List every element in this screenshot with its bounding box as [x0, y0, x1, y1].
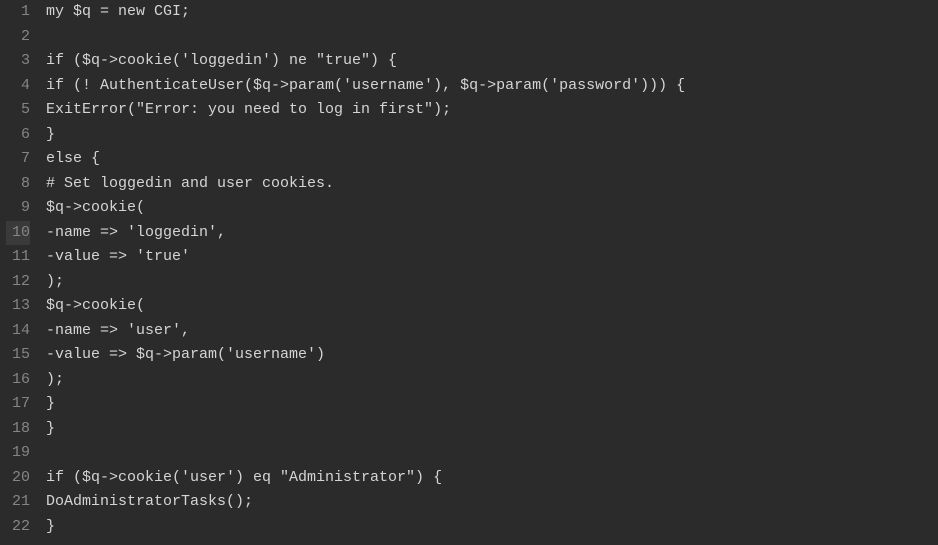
line-number: 16: [6, 368, 30, 393]
line-number: 15: [6, 343, 30, 368]
line-number: 18: [6, 417, 30, 442]
line-number: 3: [6, 49, 30, 74]
code-line: }: [46, 392, 938, 417]
line-number: 6: [6, 123, 30, 148]
line-number: 1: [6, 0, 30, 25]
line-number: 2: [6, 25, 30, 50]
code-line: if (! AuthenticateUser($q->param('userna…: [46, 74, 938, 99]
code-line: $q->cookie(: [46, 294, 938, 319]
line-number: 8: [6, 172, 30, 197]
code-line: );: [46, 270, 938, 295]
line-number-gutter: 12345678910111213141516171819202122: [0, 0, 40, 545]
line-number: 17: [6, 392, 30, 417]
code-line: [46, 25, 938, 50]
code-line: }: [46, 417, 938, 442]
line-number: 9: [6, 196, 30, 221]
line-number: 21: [6, 490, 30, 515]
line-number: 14: [6, 319, 30, 344]
line-number: 22: [6, 515, 30, 540]
code-line: # Set loggedin and user cookies.: [46, 172, 938, 197]
line-number: 19: [6, 441, 30, 466]
code-line: ExitError("Error: you need to log in fir…: [46, 98, 938, 123]
code-line: $q->cookie(: [46, 196, 938, 221]
code-line: -value => 'true': [46, 245, 938, 270]
code-line: -value => $q->param('username'): [46, 343, 938, 368]
code-line: -name => 'loggedin',: [46, 221, 938, 246]
code-line: my $q = new CGI;: [46, 0, 938, 25]
code-line: [46, 441, 938, 466]
code-area[interactable]: my $q = new CGI; if ($q->cookie('loggedin…: [40, 0, 938, 545]
code-editor: 12345678910111213141516171819202122 my $…: [0, 0, 938, 545]
line-number: 11: [6, 245, 30, 270]
code-line: DoAdministratorTasks();: [46, 490, 938, 515]
line-number: 5: [6, 98, 30, 123]
line-number: 13: [6, 294, 30, 319]
code-line: );: [46, 368, 938, 393]
code-line: }: [46, 123, 938, 148]
code-line: if ($q->cookie('user') eq "Administrator…: [46, 466, 938, 491]
code-line: }: [46, 515, 938, 540]
code-line: if ($q->cookie('loggedin') ne "true") {: [46, 49, 938, 74]
code-line: else {: [46, 147, 938, 172]
line-number: 12: [6, 270, 30, 295]
line-number: 7: [6, 147, 30, 172]
line-number: 4: [6, 74, 30, 99]
line-number: 10: [6, 221, 30, 246]
code-line: -name => 'user',: [46, 319, 938, 344]
line-number: 20: [6, 466, 30, 491]
